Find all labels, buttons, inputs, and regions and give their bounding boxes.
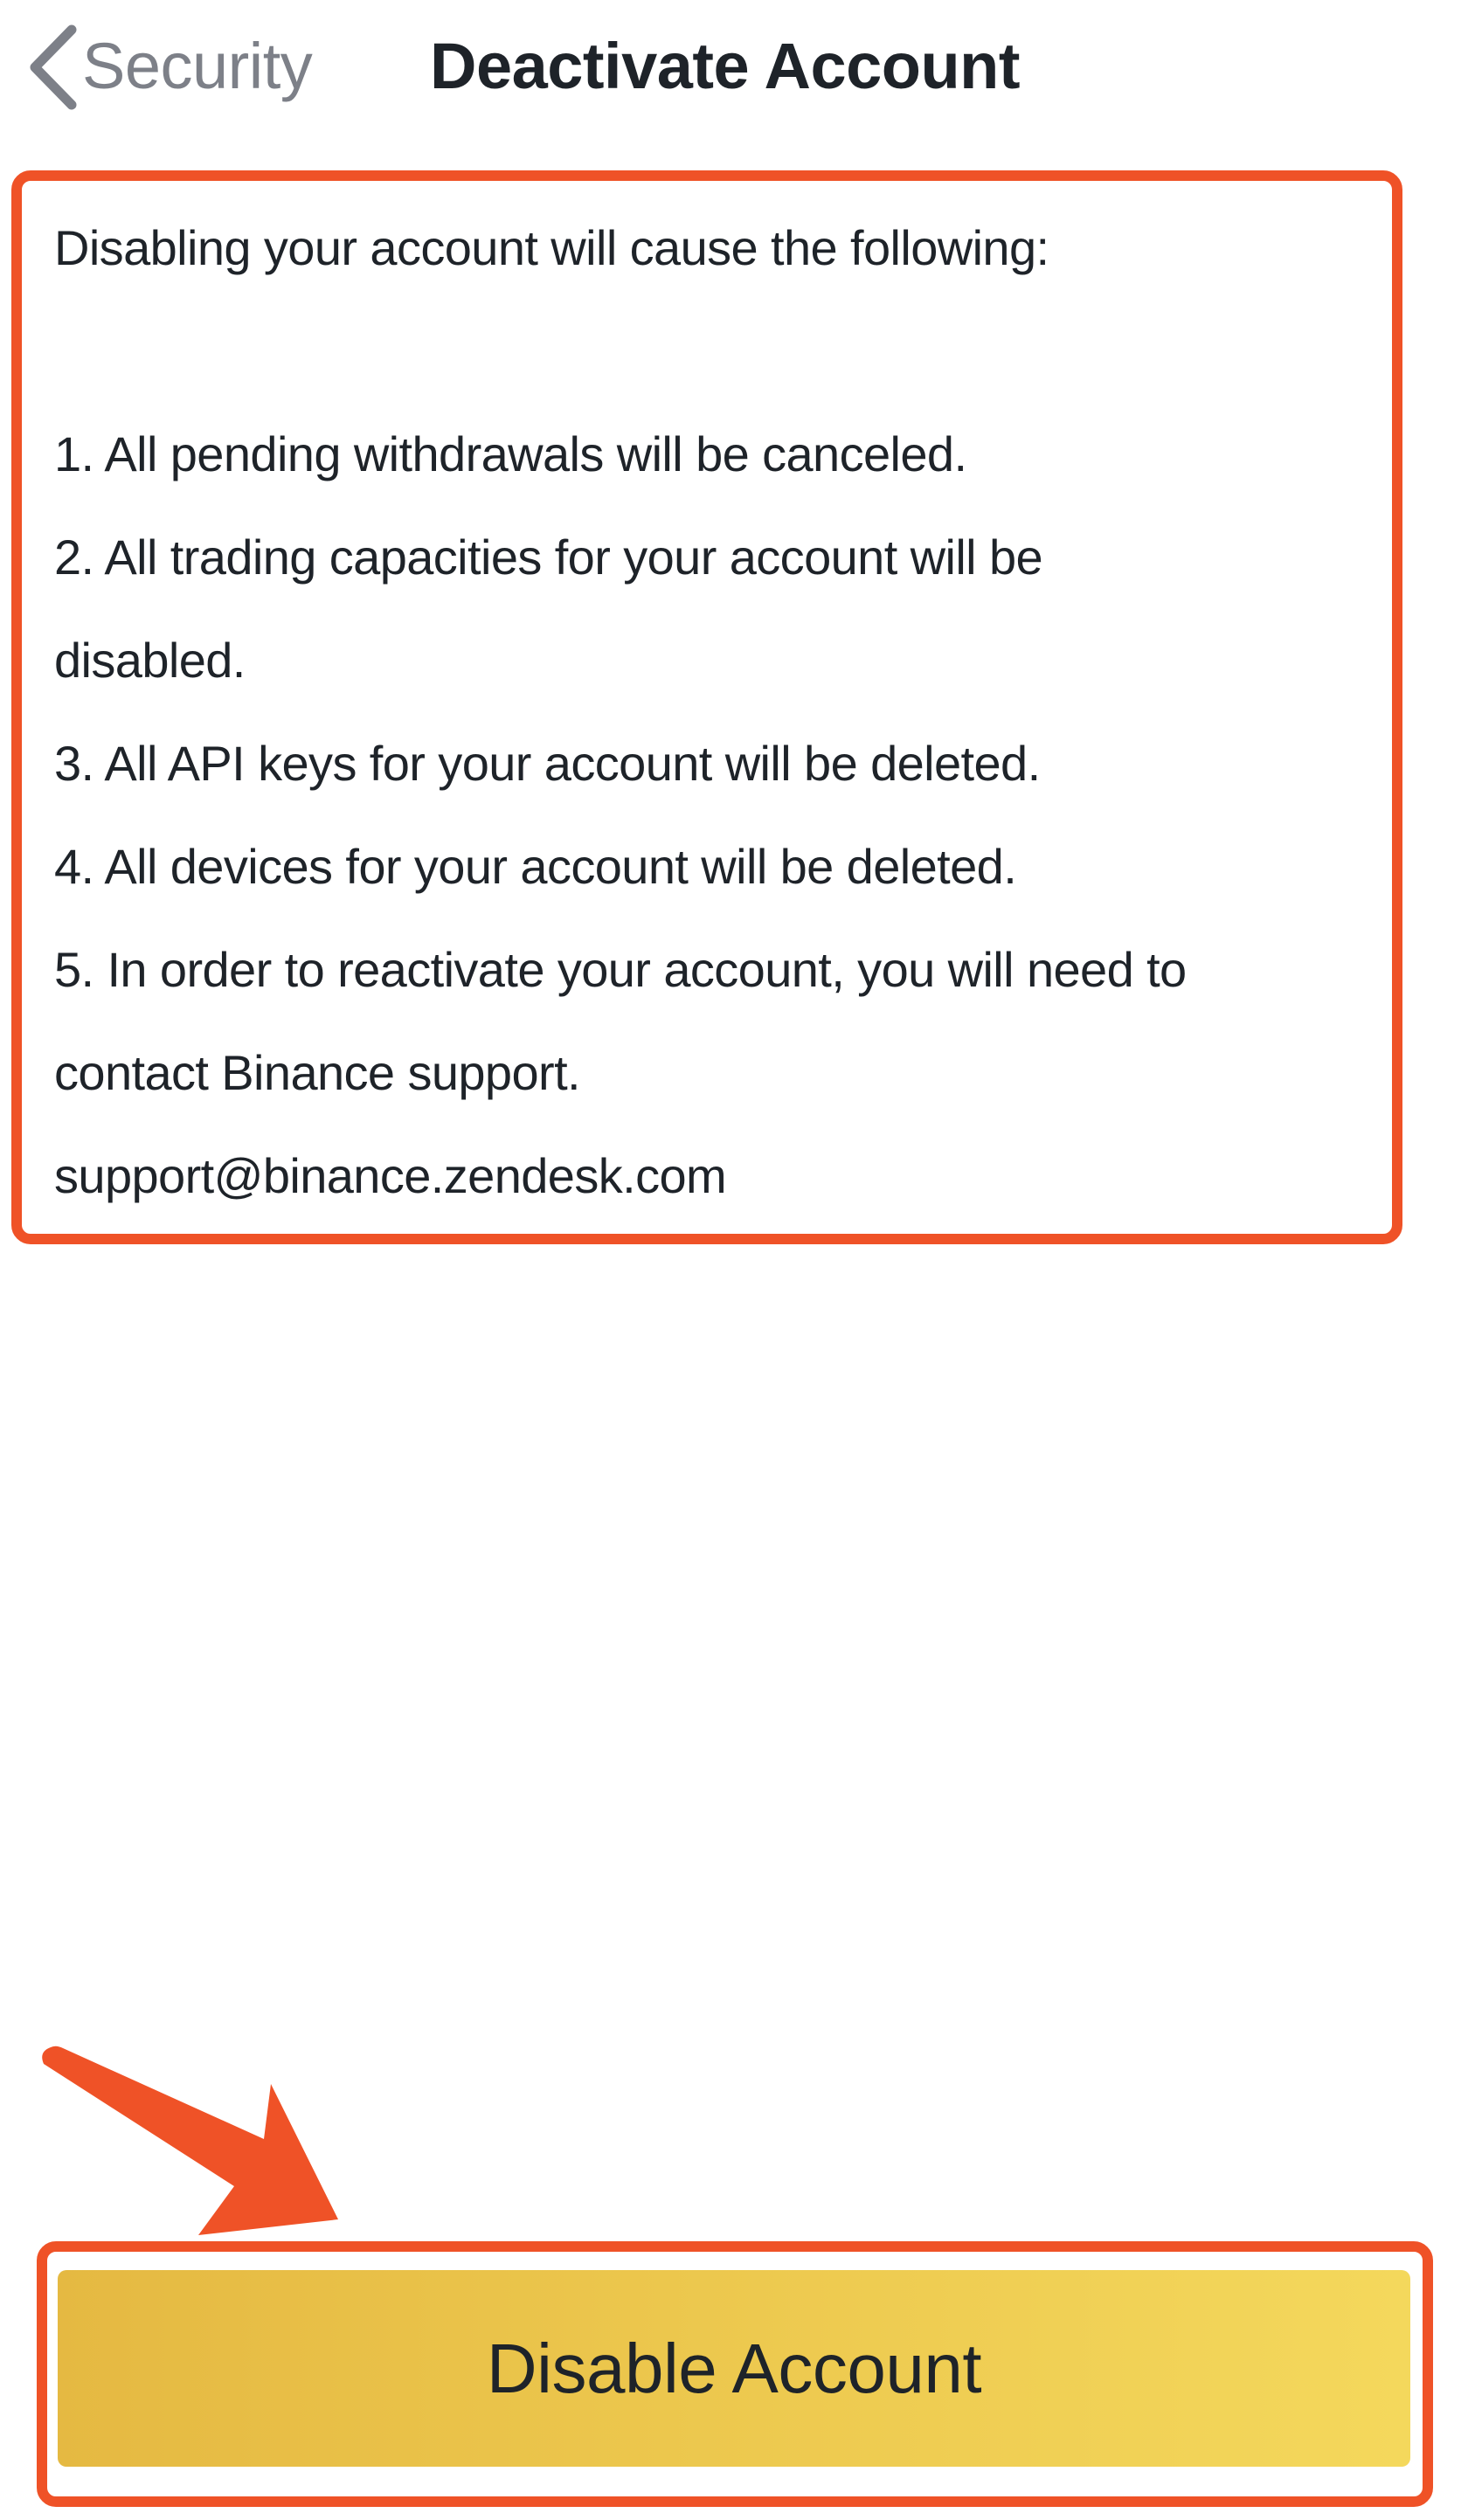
disable-account-button[interactable]: Disable Account bbox=[58, 2270, 1410, 2467]
info-intro: Disabling your account will cause the fo… bbox=[54, 220, 1049, 275]
info-item: 2. All trading capacities for your accou… bbox=[54, 530, 1043, 585]
info-text: Disabling your account will cause the fo… bbox=[54, 197, 1383, 1228]
page-title: Deactivate Account bbox=[430, 30, 1021, 102]
support-email[interactable]: support@binance.zendesk.com bbox=[54, 1125, 1383, 1228]
info-item: 5. In order to reactivate your account, … bbox=[54, 942, 1187, 997]
info-item: 3. All API keys for your account will be… bbox=[54, 736, 1041, 791]
info-highlight-box: Disabling your account will cause the fo… bbox=[11, 170, 1402, 1244]
info-item: 1. All pending withdrawals will be cance… bbox=[54, 426, 967, 481]
info-item: contact Binance support. bbox=[54, 1045, 581, 1100]
info-item: disabled. bbox=[54, 633, 246, 688]
info-item: 4. All devices for your account will be … bbox=[54, 839, 1017, 894]
chevron-left-icon bbox=[30, 24, 77, 110]
pointer-arrow-icon bbox=[42, 2046, 338, 2235]
back-label[interactable]: Security bbox=[82, 24, 313, 108]
disable-account-label: Disable Account bbox=[486, 2329, 982, 2407]
back-button[interactable] bbox=[23, 19, 84, 115]
